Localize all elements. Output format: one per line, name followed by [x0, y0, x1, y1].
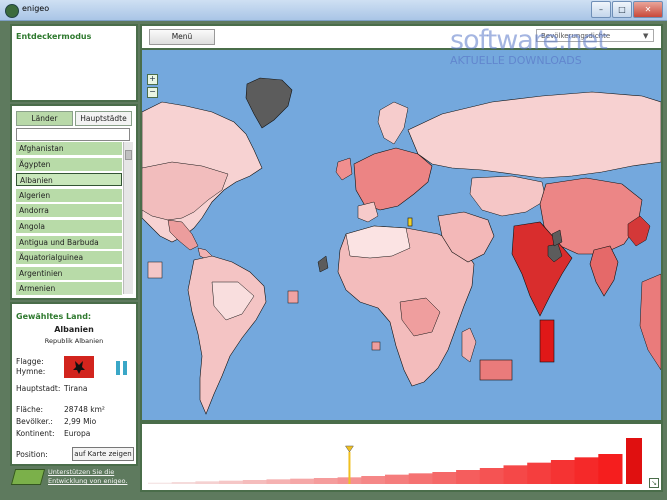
zoom-in-button[interactable]: + [147, 74, 158, 85]
list-item[interactable]: Äquatorialguinea [16, 251, 122, 265]
histogram-bar [527, 462, 552, 484]
histogram-marker [348, 452, 351, 484]
europe [353, 147, 433, 211]
capital-value: Tirana [64, 384, 88, 393]
list-item[interactable]: Angola [16, 219, 122, 233]
support-line-2: Entwicklung von enigeo. [48, 477, 128, 485]
histogram-bar [456, 470, 481, 484]
uk [335, 157, 353, 181]
play-anthem-button[interactable] [116, 361, 128, 375]
histogram-bar [195, 481, 220, 484]
maximize-button[interactable]: □ [612, 1, 632, 18]
population-label: Bevölker.: [16, 417, 53, 426]
watermark-subtitle: AKTUELLE DOWNLOADS [450, 54, 582, 67]
histogram-bar [290, 478, 315, 484]
histogram-bar [148, 482, 173, 484]
map-panel[interactable]: Menü Bevölkerungsdichte ▼ software.net AK… [140, 24, 663, 422]
window-title: enigeo [22, 4, 50, 13]
south-america [187, 255, 267, 415]
area-label: Fläche: [16, 405, 44, 414]
histogram-bar [171, 482, 196, 484]
watermark-logo: software.net [450, 25, 608, 56]
russia [407, 91, 661, 179]
histogram-max-bar [626, 438, 642, 484]
list-item[interactable]: Afghanistan [16, 142, 122, 155]
list-item[interactable]: Antigua und Barbuda [16, 235, 122, 249]
support-link[interactable]: Unterstützen Sie die Entwicklung von enig… [48, 468, 134, 486]
histogram-bar [266, 479, 291, 484]
app-icon [5, 4, 19, 18]
scandinavia [377, 101, 409, 145]
explore-panel: Entdeckermodus [10, 24, 138, 102]
close-button[interactable]: ✕ [633, 1, 663, 18]
chevron-down-icon: ▼ [643, 32, 649, 40]
histogram-bar [550, 460, 576, 484]
resize-icon[interactable]: ↘ [649, 478, 659, 488]
population-value: 2,99 Mio [64, 417, 97, 426]
list-item[interactable]: Algerien [16, 188, 122, 202]
money-icon [10, 469, 46, 485]
explore-title: Entdeckermodus [16, 32, 92, 41]
scrollbar-thumb[interactable] [125, 150, 132, 160]
capital-label: Hauptstadt: [16, 384, 61, 393]
histogram-bar [574, 457, 599, 484]
greenland [245, 77, 293, 129]
histogram-bar [361, 476, 386, 484]
histogram-bar [432, 472, 457, 484]
list-item-selected[interactable]: Albanien [16, 173, 122, 187]
support-bar[interactable]: Unterstützen Sie die Entwicklung von enig… [10, 466, 134, 488]
show-on-map-button[interactable]: auf Karte zeigen [72, 447, 134, 461]
position-label: Position: [16, 450, 48, 459]
histogram-bar [385, 474, 410, 484]
list-item[interactable]: Argentinien [16, 266, 122, 280]
menu-button[interactable]: Menü [149, 29, 215, 45]
continent-value: Europa [64, 429, 91, 438]
histogram-bar [242, 480, 267, 484]
histogram-bar [598, 454, 623, 484]
minimize-button[interactable]: – [591, 1, 611, 18]
histogram-bar [219, 480, 244, 484]
zoom-out-button[interactable]: − [147, 87, 158, 98]
madagascar [461, 327, 477, 363]
flag-label: Flagge: [16, 357, 44, 366]
histogram-bar [408, 473, 433, 484]
country-info-panel: Gewähltes Land: Albanien Republik Albani… [10, 302, 138, 466]
support-line-1: Unterstützen Sie die [48, 468, 115, 476]
usa [142, 161, 229, 221]
histogram-chart [148, 438, 642, 484]
country-name: Albanien [54, 325, 94, 334]
histogram-marker-arrow [344, 445, 354, 453]
anthem-label: Hymne: [16, 367, 46, 376]
list-item[interactable]: Ägypten [16, 157, 122, 171]
iberia [357, 201, 379, 223]
country-list: Afghanistan Ägypten Albanien Algerien An… [16, 142, 122, 298]
tab-countries[interactable]: Länder [16, 111, 73, 126]
list-item[interactable]: Armenien [16, 282, 122, 296]
title-bar: enigeo – □ ✕ [0, 0, 667, 21]
continent-label: Kontinent: [16, 429, 55, 438]
country-full-name: Republik Albanien [44, 337, 104, 345]
histogram-bar [479, 468, 504, 484]
histogram-panel: ↘ [140, 422, 663, 492]
caribbean-box [147, 261, 163, 279]
selected-country-title: Gewähltes Land: [16, 312, 92, 321]
flag-image [64, 356, 94, 378]
tab-capitals[interactable]: Hauptstädte [75, 111, 132, 126]
histogram-bar [503, 465, 528, 484]
search-input[interactable] [16, 128, 130, 141]
list-item[interactable]: Andorra [16, 204, 122, 218]
country-list-panel: Länder Hauptstädte Afghanistan Ägypten A… [10, 104, 138, 300]
albania-highlight [407, 217, 413, 227]
area-value: 28748 km² [64, 405, 105, 414]
list-scrollbar[interactable] [123, 142, 133, 294]
world-map[interactable] [142, 50, 661, 420]
highlight-box [539, 319, 555, 363]
histogram-bar [313, 478, 339, 484]
